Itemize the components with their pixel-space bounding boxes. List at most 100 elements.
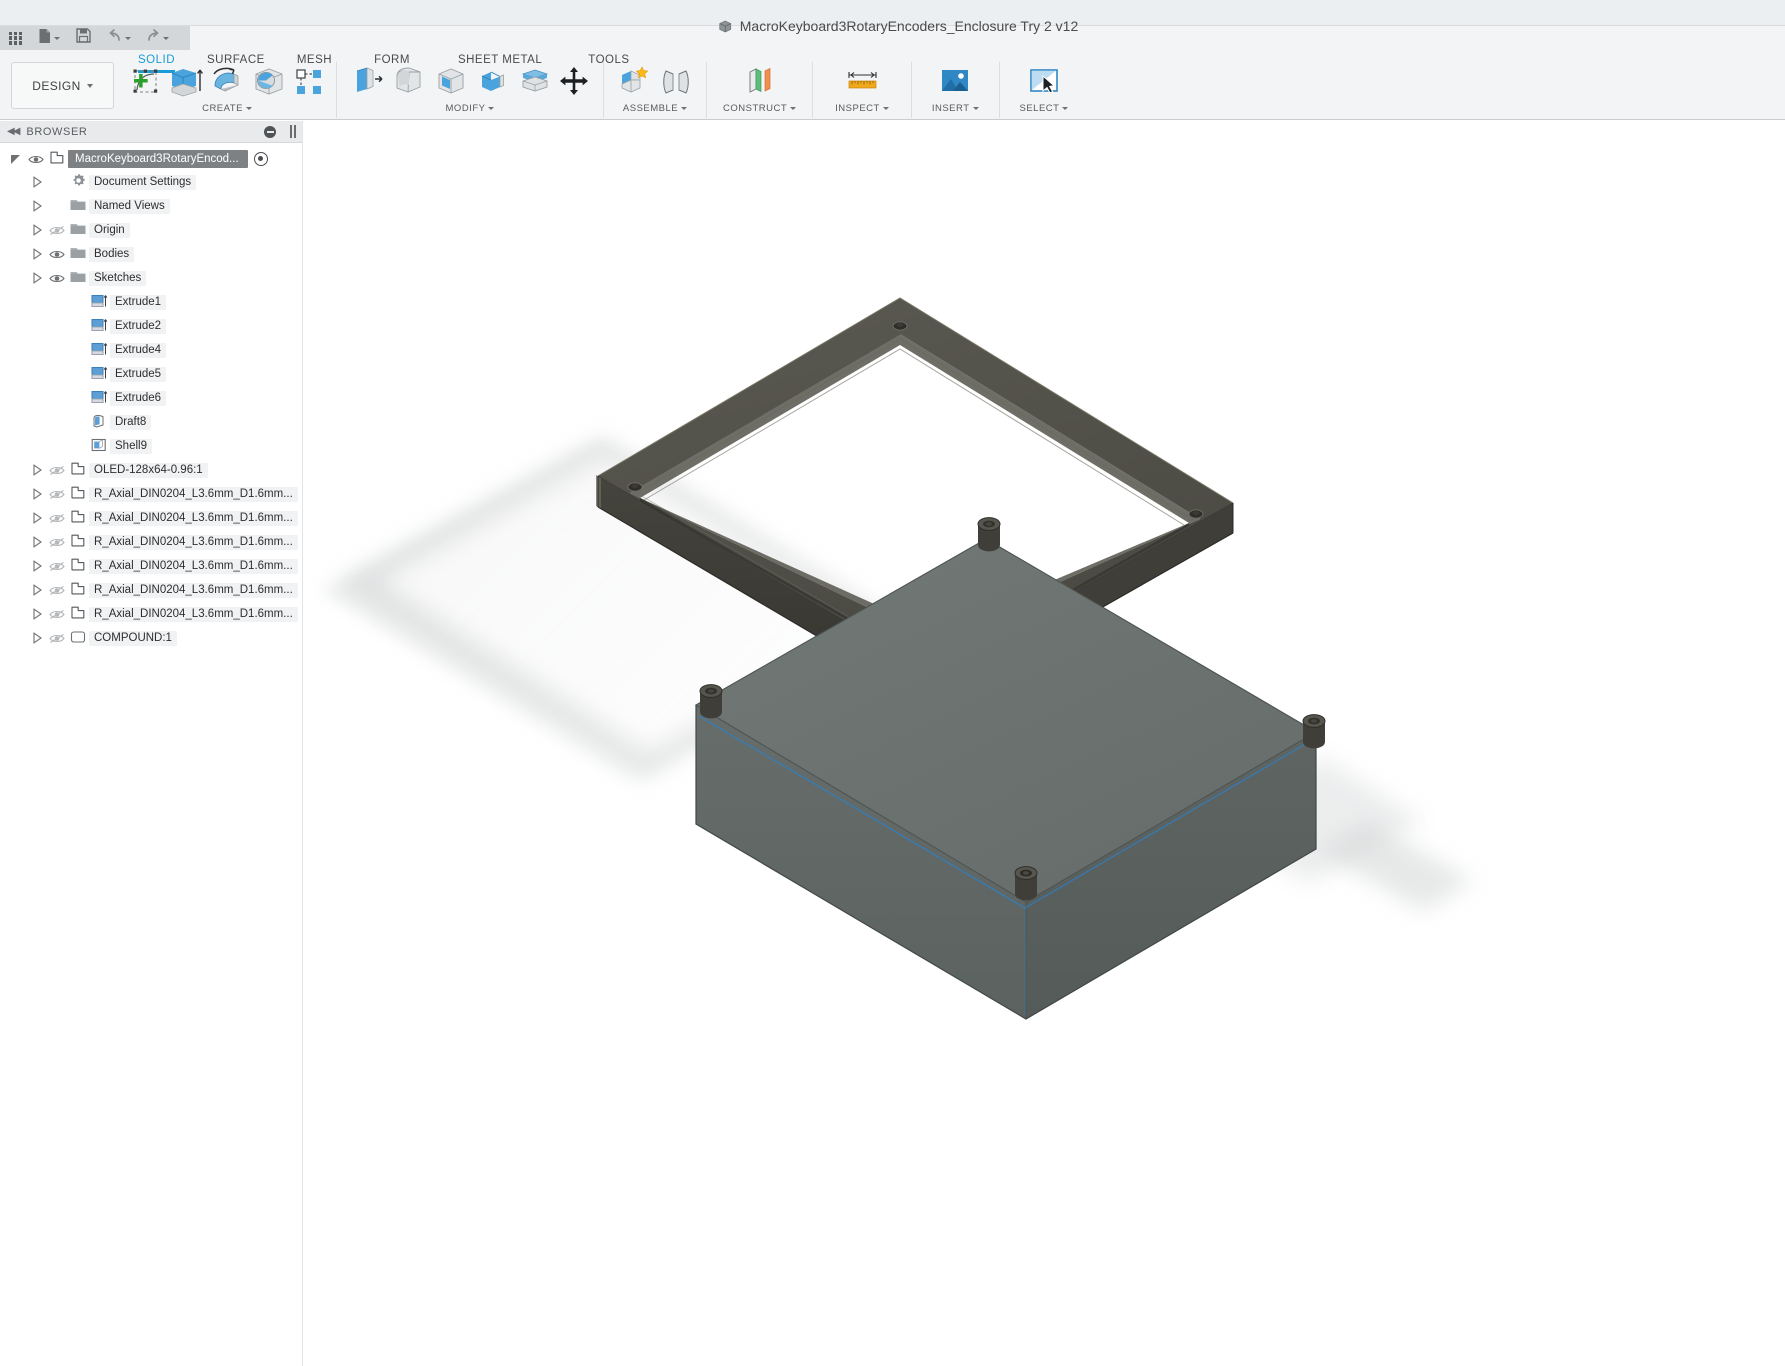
expand-triangle-icon[interactable] [29, 584, 45, 596]
eye-placeholder [70, 393, 85, 403]
tree-item-label: Extrude5 [110, 366, 167, 382]
eye-placeholder [70, 417, 85, 427]
workspace-selector[interactable]: DESIGN [11, 62, 114, 109]
offset-plane-icon[interactable] [740, 63, 780, 101]
tree-item[interactable]: R_Axial_DIN0204_L3.6mm_D1.6mm... [0, 554, 303, 578]
tree-item-label: R_Axial_DIN0204_L3.6mm_D1.6mm... [89, 558, 298, 574]
tree-item[interactable]: Extrude4 [0, 338, 303, 362]
app-grid-button[interactable] [7, 31, 24, 46]
eye-hidden-icon[interactable] [48, 489, 65, 500]
eye-visible-icon[interactable] [48, 273, 65, 283]
panel-inspect: INSPECT [813, 62, 912, 118]
tree-item[interactable]: Shell9 [0, 434, 303, 458]
expand-triangle-icon[interactable] [29, 512, 45, 524]
undo-button[interactable] [105, 28, 133, 49]
expand-triangle-icon[interactable] [29, 272, 45, 284]
new-file-button[interactable] [36, 27, 62, 50]
extrude-feature-icon [91, 390, 108, 407]
quick-access-toolbar [0, 26, 190, 50]
tree-item[interactable]: Extrude2 [0, 314, 303, 338]
model-view[interactable] [303, 121, 1785, 1366]
insert-image-icon[interactable] [935, 63, 975, 101]
eye-visible-icon[interactable] [48, 249, 65, 259]
expand-triangle-icon[interactable] [8, 153, 24, 165]
tree-item[interactable]: R_Axial_DIN0204_L3.6mm_D1.6mm... [0, 602, 303, 626]
combine-icon[interactable] [473, 63, 513, 101]
document-tab[interactable]: MacroKeyboard3RotaryEncoders_Enclosure T… [718, 18, 1078, 34]
press-pull-icon[interactable] [347, 63, 387, 101]
eye-hidden-icon[interactable] [48, 537, 65, 548]
panel-label-modify[interactable]: MODIFY [446, 103, 495, 114]
tree-item[interactable]: Document Settings [0, 170, 303, 194]
tree-item[interactable]: Extrude6 [0, 386, 303, 410]
save-button[interactable] [74, 27, 93, 49]
panel-label-inspect[interactable]: INSPECT [835, 103, 889, 114]
viewport-canvas[interactable] [303, 121, 1785, 1366]
eye-hidden-icon[interactable] [48, 585, 65, 596]
sketch-plus-icon[interactable] [127, 64, 163, 100]
expand-triangle-icon[interactable] [29, 488, 45, 500]
panel-grip-icon[interactable] [290, 125, 296, 138]
active-component-radio[interactable] [253, 152, 268, 166]
joint-icon[interactable] [656, 63, 696, 101]
shell-icon[interactable] [431, 63, 471, 101]
tree-item[interactable]: COMPOUND:1 [0, 626, 303, 650]
eye-visible-icon[interactable] [27, 154, 44, 164]
new-component-star-icon[interactable] [614, 63, 654, 101]
ribbon-panels: CREATE MODIFY ASSEMBLE CONSTRUCT INSPECT… [118, 62, 1088, 118]
move-arrows-icon[interactable] [557, 64, 593, 100]
panel-label-assemble[interactable]: ASSEMBLE [623, 103, 688, 114]
split-face-icon[interactable] [515, 63, 555, 101]
tree-item[interactable]: Extrude1 [0, 290, 303, 314]
eye-hidden-icon[interactable] [48, 633, 65, 644]
tree-item[interactable]: OLED-128x64-0.96:1 [0, 458, 303, 482]
panel-label-insert[interactable]: INSERT [932, 103, 979, 114]
expand-triangle-icon[interactable] [29, 632, 45, 644]
panel-label-select[interactable]: SELECT [1020, 103, 1069, 114]
tree-item[interactable]: Draft8 [0, 410, 303, 434]
pattern-icon[interactable] [291, 64, 327, 100]
tree-root-item[interactable]: MacroKeyboard3RotaryEncod... [0, 148, 303, 170]
tree-item[interactable]: Sketches [0, 266, 303, 290]
expand-triangle-icon[interactable] [29, 248, 45, 260]
tree-item-label: R_Axial_DIN0204_L3.6mm_D1.6mm... [89, 582, 298, 598]
eye-hidden-icon[interactable] [48, 225, 65, 236]
tree-item[interactable]: Bodies [0, 242, 303, 266]
tree-item[interactable]: Extrude5 [0, 362, 303, 386]
expand-triangle-icon[interactable] [29, 464, 45, 476]
expand-triangle-icon[interactable] [29, 200, 45, 212]
revolve-icon[interactable] [207, 63, 247, 101]
redo-button[interactable] [143, 28, 171, 49]
eye-hidden-icon[interactable] [48, 609, 65, 620]
eye-hidden-icon[interactable] [48, 465, 65, 476]
ruler-measure-icon[interactable] [842, 63, 882, 101]
tree-item[interactable]: R_Axial_DIN0204_L3.6mm_D1.6mm... [0, 506, 303, 530]
panel-label-construct[interactable]: CONSTRUCT [723, 103, 797, 114]
undo-arrow-icon [107, 28, 123, 48]
expand-triangle-icon[interactable] [29, 608, 45, 620]
folder-icon [70, 246, 86, 262]
tree-item[interactable]: Origin [0, 218, 303, 242]
tree-item[interactable]: R_Axial_DIN0204_L3.6mm_D1.6mm... [0, 530, 303, 554]
expand-triangle-icon[interactable] [29, 176, 45, 188]
tree-item[interactable]: R_Axial_DIN0204_L3.6mm_D1.6mm... [0, 482, 303, 506]
file-icon [38, 28, 52, 49]
expand-triangle-icon[interactable] [29, 560, 45, 572]
fillet-icon[interactable] [389, 63, 429, 101]
tree-item[interactable]: R_Axial_DIN0204_L3.6mm_D1.6mm... [0, 578, 303, 602]
extrude-icon[interactable] [165, 63, 205, 101]
eye-hidden-icon[interactable] [48, 513, 65, 524]
hole-icon[interactable] [249, 63, 289, 101]
workspace-label: DESIGN [32, 78, 81, 93]
chevron-down-icon [245, 107, 252, 110]
minus-circle-icon[interactable] [264, 125, 276, 138]
expand-triangle-icon[interactable] [29, 224, 45, 236]
select-cursor-icon[interactable] [1024, 63, 1064, 101]
eye-hidden-icon[interactable] [48, 561, 65, 572]
tree-item[interactable]: Named Views [0, 194, 303, 218]
panel-label-create[interactable]: CREATE [202, 103, 252, 114]
expand-triangle-icon[interactable] [29, 536, 45, 548]
tree-item-label: R_Axial_DIN0204_L3.6mm_D1.6mm... [89, 606, 298, 622]
double-left-chevron-icon[interactable]: ◀◀ [7, 126, 20, 137]
tree-item-label: Extrude4 [110, 342, 167, 358]
